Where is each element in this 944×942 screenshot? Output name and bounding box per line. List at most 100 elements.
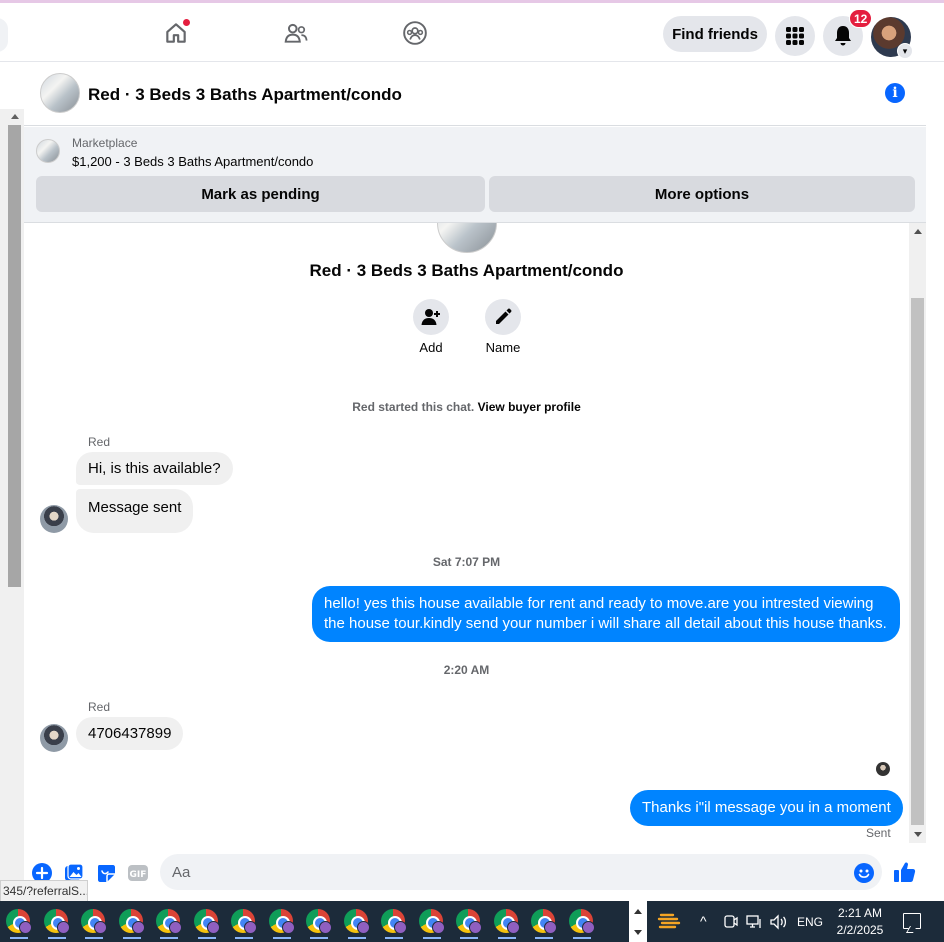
chrome-taskbar-button[interactable] bbox=[338, 905, 376, 939]
scroll-up-arrow-icon[interactable] bbox=[634, 909, 642, 914]
windows-taskbar: ^ ENG 2:21 AM 2/2/2025 bbox=[0, 901, 944, 942]
view-buyer-profile-link[interactable]: View buyer profile bbox=[478, 400, 581, 414]
message-timestamp: 2:20 AM bbox=[443, 663, 490, 677]
chat-header: Red · 3 Beds 3 Baths Apartment/condo i bbox=[24, 62, 944, 126]
running-indicator bbox=[47, 937, 66, 939]
mark-as-pending-button[interactable]: Mark as pending bbox=[36, 176, 485, 212]
sender-avatar[interactable] bbox=[40, 724, 68, 752]
profile-badge-icon bbox=[506, 921, 520, 934]
profile-badge-icon bbox=[169, 921, 182, 934]
running-indicator bbox=[85, 937, 103, 939]
scrollbar-thumb[interactable] bbox=[8, 125, 21, 587]
profile-badge-icon bbox=[94, 921, 107, 934]
input-language[interactable]: ENG bbox=[797, 915, 823, 929]
page-right-edge bbox=[926, 109, 944, 901]
notification-count-badge: 12 bbox=[849, 9, 873, 28]
taskbar-scroller[interactable] bbox=[629, 901, 647, 942]
chrome-taskbar-button[interactable] bbox=[525, 905, 563, 939]
clock-time[interactable]: 2:21 AM bbox=[834, 906, 886, 920]
chat-title[interactable]: Red · 3 Beds 3 Baths Apartment/condo bbox=[88, 85, 402, 105]
chrome-taskbar-button[interactable] bbox=[225, 905, 263, 939]
marketplace-banner: Marketplace $1,200 - 3 Beds 3 Baths Apar… bbox=[24, 127, 944, 223]
intro-listing-thumbnail bbox=[437, 223, 497, 253]
chrome-taskbar-button[interactable] bbox=[150, 905, 188, 939]
scrollbar-thumb[interactable] bbox=[911, 298, 924, 825]
chrome-taskbar-button[interactable] bbox=[263, 905, 301, 939]
marketplace-label: Marketplace bbox=[72, 136, 138, 150]
profile-badge-icon bbox=[56, 921, 70, 934]
weather-icon[interactable] bbox=[657, 910, 683, 932]
find-friends-button[interactable]: Find friends bbox=[663, 16, 767, 52]
home-notification-dot bbox=[182, 18, 191, 27]
profile-badge-icon bbox=[131, 921, 145, 934]
gif-button[interactable]: GIF bbox=[127, 862, 149, 884]
running-indicator bbox=[422, 937, 441, 939]
incoming-message[interactable]: Hi, is this available? bbox=[76, 452, 233, 485]
like-button[interactable] bbox=[893, 860, 917, 884]
sender-name: Red bbox=[88, 435, 111, 449]
incoming-message[interactable]: Message sent bbox=[76, 489, 194, 533]
chrome-taskbar-button[interactable] bbox=[188, 905, 226, 939]
volume-icon[interactable] bbox=[770, 914, 788, 930]
chat-started-text: Red started this chat. bbox=[352, 400, 475, 414]
chrome-taskbar-button[interactable] bbox=[113, 905, 151, 939]
chrome-taskbar-button[interactable] bbox=[38, 905, 76, 939]
chrome-taskbar-button[interactable] bbox=[0, 905, 38, 939]
running-indicator bbox=[572, 937, 591, 939]
sender-avatar[interactable] bbox=[40, 505, 68, 533]
add-people-button[interactable] bbox=[413, 299, 449, 335]
profile-badge-icon bbox=[431, 921, 445, 934]
sticker-button[interactable] bbox=[95, 862, 117, 884]
info-icon[interactable]: i bbox=[885, 83, 905, 103]
meet-now-icon[interactable] bbox=[724, 914, 738, 930]
chrome-taskbar-button[interactable] bbox=[300, 905, 338, 939]
edit-name-button[interactable] bbox=[485, 299, 521, 335]
chrome-taskbar-button[interactable] bbox=[488, 905, 526, 939]
profile-badge-icon bbox=[19, 921, 32, 934]
chrome-taskbar-button[interactable] bbox=[563, 905, 601, 939]
chrome-taskbar-button[interactable] bbox=[413, 905, 451, 939]
taskbar-app-list bbox=[0, 905, 600, 939]
conversation-area: Red · 3 Beds 3 Baths Apartment/condo Add… bbox=[24, 223, 909, 843]
groups-icon bbox=[403, 21, 427, 45]
page-scrollbar[interactable] bbox=[0, 109, 24, 901]
clock-date[interactable]: 2/2/2025 bbox=[832, 923, 888, 937]
intro-title: Red · 3 Beds 3 Baths Apartment/condo bbox=[309, 261, 624, 280]
incoming-message[interactable]: 4706437899 bbox=[76, 717, 184, 750]
running-indicator bbox=[122, 937, 141, 939]
profile-badge-icon bbox=[394, 921, 407, 934]
marketplace-listing-thumbnail[interactable] bbox=[36, 139, 60, 163]
conversation-scrollbar[interactable] bbox=[909, 223, 926, 843]
outgoing-message[interactable]: Thanks i"il message you in a moment bbox=[630, 790, 903, 826]
scroll-up-arrow-icon[interactable] bbox=[914, 229, 922, 234]
friends-nav-button[interactable] bbox=[278, 15, 314, 51]
running-indicator bbox=[347, 937, 366, 939]
outgoing-message[interactable]: hello! yes this house available for rent… bbox=[312, 586, 900, 642]
scroll-down-arrow-icon[interactable] bbox=[634, 930, 642, 935]
add-person-icon bbox=[421, 309, 440, 325]
network-icon[interactable] bbox=[746, 914, 764, 930]
pencil-icon bbox=[496, 308, 512, 324]
groups-nav-button[interactable] bbox=[397, 15, 433, 51]
menu-button[interactable] bbox=[775, 16, 815, 56]
chrome-taskbar-button[interactable] bbox=[75, 905, 113, 939]
message-input[interactable] bbox=[160, 854, 882, 890]
chrome-taskbar-button[interactable] bbox=[450, 905, 488, 939]
gif-icon: GIF bbox=[128, 865, 148, 881]
chrome-taskbar-button[interactable] bbox=[375, 905, 413, 939]
more-options-button[interactable]: More options bbox=[489, 176, 915, 212]
search-field-edge[interactable] bbox=[0, 18, 8, 52]
scroll-up-arrow-icon[interactable] bbox=[11, 114, 19, 119]
show-hidden-icons-chevron-icon[interactable]: ^ bbox=[700, 913, 707, 929]
action-center-icon[interactable] bbox=[903, 913, 921, 929]
scroll-down-arrow-icon[interactable] bbox=[914, 832, 922, 837]
sticker-icon bbox=[98, 865, 115, 882]
profile-badge-icon bbox=[356, 921, 370, 934]
home-nav-button[interactable] bbox=[158, 15, 194, 51]
marketplace-listing-link[interactable]: $1,200 - 3 Beds 3 Baths Apartment/condo bbox=[72, 154, 313, 169]
listing-thumbnail[interactable] bbox=[40, 73, 80, 113]
running-indicator bbox=[535, 937, 553, 939]
chevron-down-icon[interactable]: ▾ bbox=[897, 43, 913, 59]
emoji-button[interactable] bbox=[853, 862, 875, 884]
running-indicator bbox=[310, 937, 328, 939]
